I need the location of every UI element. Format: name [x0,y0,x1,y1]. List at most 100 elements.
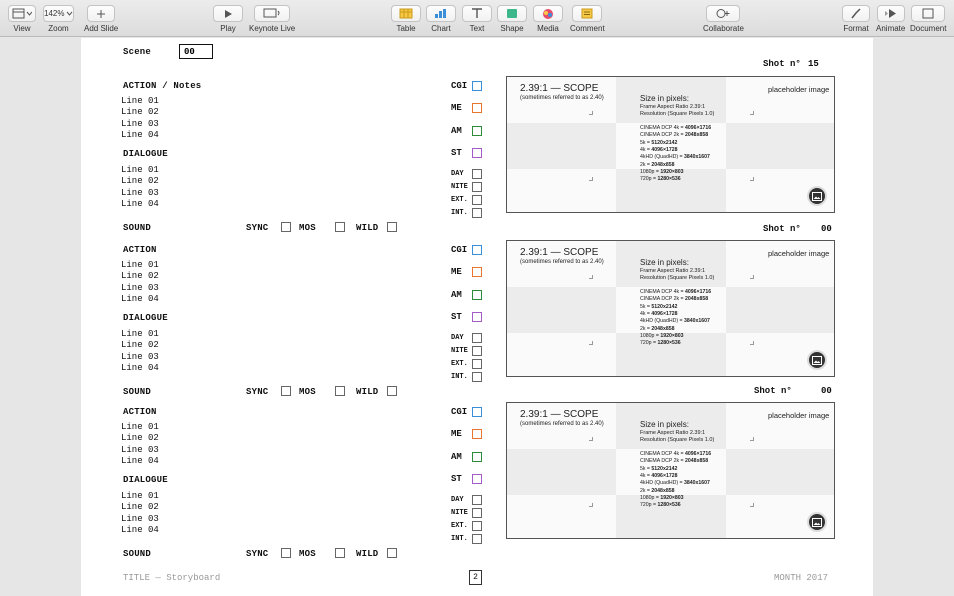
tag-ext-checkbox[interactable] [472,195,482,205]
text-control[interactable]: Text [462,5,492,33]
dialogue-line[interactable]: Line 01 [121,165,159,176]
collaborate-control[interactable]: Collaborate [703,5,744,33]
tag-me-checkbox[interactable] [472,429,482,439]
tag-st-checkbox[interactable] [472,474,482,484]
dialogue-line[interactable]: Line 04 [121,363,159,374]
shape-control[interactable]: Shape [497,5,527,33]
animate-button[interactable] [876,5,905,22]
zoom-control[interactable]: 142% Zoom [43,5,74,33]
shot-frame-placeholder[interactable]: 2.39:1 — SCOPE (sometimes referred to as … [506,76,835,213]
zoom-select[interactable]: 142% [43,5,74,22]
image-icon[interactable] [807,350,827,370]
tag-ext-checkbox[interactable] [472,359,482,369]
slide[interactable]: Scene 00 ACTION / Notes Line 01 Line 02 Lin… [81,38,873,596]
action-line[interactable]: Line 04 [121,294,159,305]
tag-am-checkbox[interactable] [472,126,482,136]
scene-number-field[interactable]: 00 [179,44,213,59]
shot-number[interactable]: 15 [808,59,819,69]
tag-int-checkbox[interactable] [472,534,482,544]
mos-checkbox[interactable] [335,386,345,396]
chart-button[interactable] [426,5,456,22]
dialogue-line[interactable]: Line 02 [121,176,159,187]
keynote-live-button[interactable] [254,5,291,22]
dialogue-line[interactable]: Line 03 [121,514,159,525]
tag-int-checkbox[interactable] [472,372,482,382]
tag-nite-checkbox[interactable] [472,346,482,356]
tag-nite-checkbox[interactable] [472,508,482,518]
tag-cgi-checkbox[interactable] [472,81,482,91]
keynote-live-control[interactable]: Keynote Live [249,5,295,33]
format-button[interactable] [842,5,870,22]
document-control[interactable]: Document [910,5,946,33]
comment-control[interactable]: Comment [570,5,605,33]
document-button[interactable] [911,5,946,22]
comment-button[interactable] [572,5,603,22]
tag-int-checkbox[interactable] [472,208,482,218]
animate-control[interactable]: Animate [876,5,905,33]
collaborate-button[interactable] [706,5,741,22]
dialogue-line[interactable]: Line 02 [121,340,159,351]
play-button[interactable] [213,5,243,22]
tag-cgi-checkbox[interactable] [472,407,482,417]
chart-control[interactable]: Chart [426,5,456,33]
wild-checkbox[interactable] [387,548,397,558]
add-slide-button[interactable] [87,5,116,22]
add-slide-control[interactable]: Add Slide [84,5,118,33]
tag-me-checkbox[interactable] [472,267,482,277]
action-line[interactable]: Line 02 [121,433,159,444]
dialogue-line[interactable]: Line 02 [121,502,159,513]
action-line[interactable]: Line 04 [121,130,159,141]
tag-st-checkbox[interactable] [472,312,482,322]
action-line[interactable]: Line 03 [121,445,159,456]
mos-checkbox[interactable] [335,548,345,558]
shot-frame-placeholder[interactable]: 2.39:1 — SCOPE (sometimes referred to as … [506,240,835,377]
sync-checkbox[interactable] [281,548,291,558]
add-slide-label: Add Slide [84,24,119,33]
tag-day-checkbox[interactable] [472,333,482,343]
media-button[interactable] [533,5,563,22]
action-line[interactable]: Line 01 [121,422,159,433]
format-control[interactable]: Format [842,5,870,33]
action-line[interactable]: Line 01 [121,260,159,271]
action-line[interactable]: Line 03 [121,283,159,294]
shot-frame-placeholder[interactable]: 2.39:1 — SCOPE (sometimes referred to as … [506,402,835,539]
shot-number[interactable]: 00 [821,386,832,396]
shape-button[interactable] [497,5,527,22]
image-icon[interactable] [807,512,827,532]
tag-day-checkbox[interactable] [472,495,482,505]
sync-checkbox[interactable] [281,222,291,232]
tag-st-checkbox[interactable] [472,148,482,158]
tag-am-checkbox[interactable] [472,452,482,462]
sync-checkbox[interactable] [281,386,291,396]
mos-checkbox[interactable] [335,222,345,232]
tag-cgi-checkbox[interactable] [472,245,482,255]
frame-spec-label: CINEMA DCP 2k = [640,458,686,465]
media-control[interactable]: Media [533,5,563,33]
dialogue-line[interactable]: Line 01 [121,491,159,502]
table-control[interactable]: Table [391,5,421,33]
action-line[interactable]: Line 04 [121,456,159,467]
tag-am-checkbox[interactable] [472,290,482,300]
action-line[interactable]: Line 03 [121,119,159,130]
image-icon[interactable] [807,186,827,206]
table-button[interactable] [391,5,421,22]
dialogue-line[interactable]: Line 04 [121,525,159,536]
text-button[interactable] [462,5,492,22]
dialogue-line[interactable]: Line 04 [121,199,159,210]
action-line[interactable]: Line 01 [121,96,159,107]
view-button[interactable] [8,5,36,22]
action-line[interactable]: Line 02 [121,107,159,118]
wild-checkbox[interactable] [387,222,397,232]
shot-number[interactable]: 00 [821,224,832,234]
wild-checkbox[interactable] [387,386,397,396]
dialogue-line[interactable]: Line 03 [121,352,159,363]
view-control[interactable]: View [8,5,36,33]
tag-nite-checkbox[interactable] [472,182,482,192]
play-control[interactable]: Play [213,5,243,33]
dialogue-line[interactable]: Line 03 [121,188,159,199]
action-line[interactable]: Line 02 [121,271,159,282]
dialogue-line[interactable]: Line 01 [121,329,159,340]
tag-day-checkbox[interactable] [472,169,482,179]
tag-ext-checkbox[interactable] [472,521,482,531]
tag-me-checkbox[interactable] [472,103,482,113]
